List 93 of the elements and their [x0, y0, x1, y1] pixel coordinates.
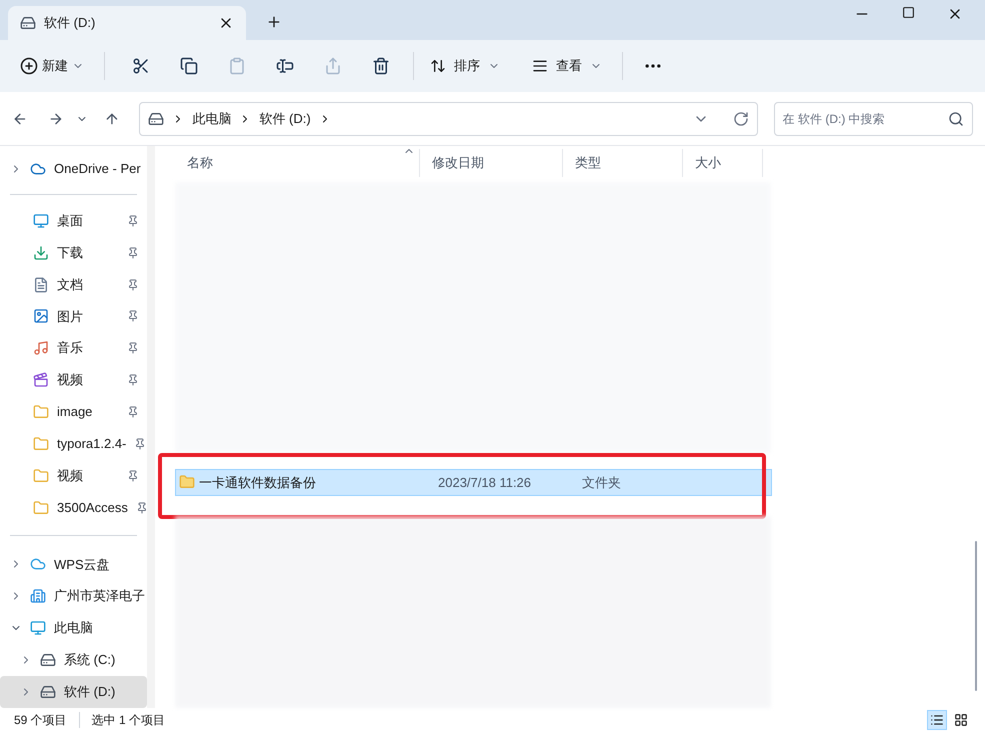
pin-icon[interactable]	[127, 246, 139, 259]
nav-label: image	[57, 403, 94, 422]
folder-icon	[33, 436, 49, 452]
folder-icon	[33, 500, 49, 516]
nav-label: 视频	[57, 466, 84, 485]
search-input[interactable]: 在 软件 (D:) 中搜索	[782, 110, 948, 128]
nav-label: 广州市英泽电子	[54, 587, 145, 606]
nav-item[interactable]: 下载	[0, 236, 147, 269]
modified-date: 2023/7/18 11:26	[438, 474, 532, 492]
nav-item[interactable]: typora1.2.4-	[0, 428, 147, 460]
breadcrumb[interactable]: 软件 (D:)	[259, 108, 311, 128]
nav-label: 视频	[57, 371, 84, 390]
drive-icon	[148, 110, 164, 126]
desktop-icon	[33, 212, 49, 229]
lines-icon	[532, 58, 548, 74]
tab-title: 软件 (D:)	[44, 14, 96, 32]
address-field[interactable]: 此电脑 软件 (D:)	[139, 102, 758, 136]
pin-icon[interactable]	[127, 278, 139, 290]
pin-icon[interactable]	[127, 342, 139, 354]
breadcrumb[interactable]: 此电脑	[192, 108, 232, 128]
search-field[interactable]: 在 软件 (D:) 中搜索	[774, 102, 973, 136]
nav-item[interactable]: 桌面	[0, 204, 147, 237]
nav-label: 下载	[57, 244, 84, 262]
forward-icon[interactable]	[48, 110, 64, 126]
column-header[interactable]: 名称	[175, 149, 420, 177]
pin-icon[interactable]	[134, 438, 146, 450]
download-icon	[33, 244, 49, 261]
nav-item[interactable]: 此电脑	[0, 612, 147, 644]
nav-label: 图片	[57, 308, 84, 326]
pin-icon[interactable]	[127, 406, 139, 418]
nav-label: OneDrive - Per	[54, 160, 141, 178]
pin-icon[interactable]	[127, 310, 139, 322]
pin-icon[interactable]	[127, 374, 139, 386]
video-icon	[33, 372, 49, 388]
nav-label: 桌面	[57, 212, 84, 230]
nav-item[interactable]: 图片	[0, 300, 147, 332]
pin-icon[interactable]	[127, 470, 139, 482]
building-icon	[30, 588, 46, 604]
view-button[interactable]: 查看	[524, 50, 610, 82]
cloud-icon	[30, 160, 46, 177]
sort-icon	[430, 58, 446, 74]
nav-label: 此电脑	[54, 619, 93, 638]
nav-label: 软件 (D:)	[64, 683, 116, 702]
nav-item[interactable]: 软件 (D:)	[0, 676, 147, 708]
maximize-icon[interactable]	[902, 6, 915, 19]
column-header[interactable]: 大小	[683, 149, 763, 177]
file-name: 一卡通软件数据备份	[199, 474, 316, 492]
search-icon	[948, 110, 964, 126]
drive-icon	[20, 15, 36, 31]
item-count: 59 个项目	[14, 712, 67, 728]
selection-count: 选中 1 个项目	[92, 712, 166, 728]
drive-icon	[40, 684, 56, 700]
scrollbar-thumb[interactable]	[975, 541, 977, 691]
folder-icon	[179, 474, 195, 490]
nav-label: typora1.2.4-	[57, 435, 126, 454]
new-tab-icon[interactable]	[266, 14, 282, 30]
new-button[interactable]: 新建	[12, 50, 92, 82]
music-icon	[33, 340, 49, 356]
up-icon[interactable]	[104, 110, 120, 126]
nav-label: 系统 (C:)	[64, 651, 116, 670]
nav-item[interactable]: 广州市英泽电子	[0, 580, 147, 612]
column-header[interactable]: 类型	[563, 149, 683, 177]
computer-icon	[30, 620, 46, 636]
tab[interactable]: 软件 (D:)	[8, 6, 246, 40]
pin-icon[interactable]	[127, 214, 139, 227]
drive-icon	[40, 652, 56, 668]
nav-item[interactable]: WPS云盘	[0, 548, 147, 580]
pin-icon[interactable]	[136, 502, 147, 514]
file-type: 文件夹	[582, 474, 621, 492]
nav-item[interactable]: 系统 (C:)	[0, 644, 147, 676]
picture-icon	[33, 308, 49, 324]
document-icon	[33, 276, 49, 292]
sort-button[interactable]: 排序	[422, 50, 508, 82]
nav-label: WPS云盘	[54, 556, 110, 574]
nav-item[interactable]: 音乐	[0, 332, 147, 364]
cloud-icon	[30, 556, 46, 572]
plus-icon	[20, 57, 38, 75]
column-header[interactable]: 修改日期	[420, 149, 563, 177]
nav-label: 3500Access	[57, 498, 128, 517]
refresh-icon[interactable]	[732, 110, 749, 126]
nav-item[interactable]: 视频	[0, 364, 147, 396]
nav-label: 文档	[57, 276, 84, 294]
nav-item[interactable]: OneDrive - Per	[0, 154, 147, 184]
folder-icon	[33, 404, 49, 420]
details-view-icon[interactable]	[927, 710, 947, 730]
nav-item[interactable]: image	[0, 396, 147, 428]
nav-item[interactable]: 3500Access	[0, 492, 147, 524]
nav-item[interactable]: 视频	[0, 460, 147, 492]
file-row[interactable]: 一卡通软件数据备份 2023/7/18 11:26 文件夹	[175, 468, 772, 496]
nav-label: 音乐	[57, 339, 84, 358]
nav-item[interactable]: 文档	[0, 268, 147, 300]
back-icon[interactable]	[12, 110, 28, 126]
folder-icon	[33, 468, 49, 484]
